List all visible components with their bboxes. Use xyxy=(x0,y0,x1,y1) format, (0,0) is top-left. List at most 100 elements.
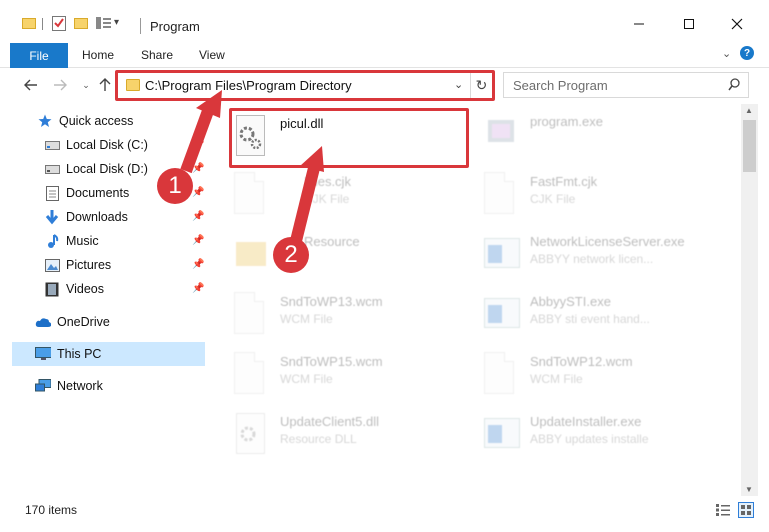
file-type: ABBY updates installe xyxy=(530,432,649,446)
tab-view[interactable]: View xyxy=(199,48,225,62)
sidebar-item-quick-access[interactable]: Quick access xyxy=(37,110,133,132)
document-icon xyxy=(484,172,518,216)
file-item[interactable]: UpdateClient5.dll Resource DLL xyxy=(234,410,474,460)
address-highlight-box xyxy=(115,70,495,101)
window-app-icon xyxy=(484,292,520,336)
folder-icon xyxy=(234,232,268,276)
qa-separator xyxy=(42,18,43,30)
file-type: CJK File xyxy=(530,192,576,206)
file-type: CJK File xyxy=(304,192,350,206)
status-bar: 170 items xyxy=(0,496,769,532)
pin-icon[interactable]: 📌 xyxy=(192,259,204,270)
scroll-down-icon[interactable]: ▼ xyxy=(745,485,753,494)
sidebar-item-label: Videos xyxy=(66,282,104,296)
file-type: Resource DLL xyxy=(280,432,357,446)
file-name: program.exe xyxy=(530,114,603,129)
pin-icon[interactable]: 📌 xyxy=(192,211,204,222)
file-name: UpdateInstaller.exe xyxy=(530,414,642,429)
help-icon[interactable]: ? xyxy=(740,46,754,60)
details-view-icon[interactable] xyxy=(716,504,730,516)
file-item[interactable]: Files.cjk CJK File xyxy=(234,170,474,220)
folder-icon[interactable] xyxy=(22,16,36,30)
customize-toolbar-icon[interactable]: ▾ xyxy=(114,17,119,28)
pin-icon[interactable]: 📌 xyxy=(192,283,204,294)
file-item[interactable]: FastFmt.cjk CJK File xyxy=(484,170,724,220)
tab-home[interactable]: Home xyxy=(82,48,114,62)
sidebar-item-local-disk-d[interactable]: Local Disk (D:) xyxy=(44,158,148,180)
file-item[interactable]: AbbyySTI.exe ABBY sti event hand... xyxy=(484,290,724,340)
scroll-up-icon[interactable]: ▲ xyxy=(745,106,753,115)
large-icons-view-icon[interactable] xyxy=(738,502,754,518)
file-item[interactable]: SndToWP13.wcm WCM File xyxy=(234,290,474,340)
maximize-icon[interactable] xyxy=(679,14,699,34)
sidebar-item-local-disk-c[interactable]: Local Disk (C:) xyxy=(44,134,148,156)
dll-gear-icon xyxy=(234,412,268,456)
file-item[interactable]: SndToWP15.wcm WCM File xyxy=(234,350,474,400)
sidebar-item-label: OneDrive xyxy=(57,315,110,329)
file-item-folder[interactable]: Resource xyxy=(234,230,474,280)
window-app-icon xyxy=(484,232,520,276)
document-icon xyxy=(234,352,268,396)
expand-ribbon-icon[interactable]: ⌄ xyxy=(722,47,731,60)
sidebar-item-network[interactable]: Network xyxy=(35,375,103,397)
file-name: SndToWP12.wcm xyxy=(530,354,633,369)
cloud-icon xyxy=(35,314,51,330)
close-icon[interactable] xyxy=(727,14,747,34)
pin-icon[interactable]: 📌 xyxy=(192,163,204,174)
sidebar-item-downloads[interactable]: Downloads xyxy=(44,206,128,228)
file-name: Files.cjk xyxy=(304,174,351,189)
minimize-icon[interactable] xyxy=(629,14,649,34)
music-icon xyxy=(44,233,60,249)
file-type: ABBYY network licen... xyxy=(530,252,654,266)
file-name: UpdateClient5.dll xyxy=(280,414,380,429)
new-folder-icon[interactable] xyxy=(74,16,88,30)
pin-icon[interactable]: 📌 xyxy=(192,139,204,150)
sidebar-item-videos[interactable]: Videos xyxy=(44,278,104,300)
recent-locations-icon[interactable]: ⌄ xyxy=(78,77,94,93)
file-type: ABBY sti event hand... xyxy=(530,312,650,326)
tab-share[interactable]: Share xyxy=(141,48,173,62)
sidebar-item-pictures[interactable]: Pictures xyxy=(44,254,111,276)
window-title: Program xyxy=(150,19,200,34)
file-name: SndToWP15.wcm xyxy=(280,354,383,369)
vertical-scrollbar[interactable]: ▲ ▼ xyxy=(741,104,758,496)
pin-icon[interactable]: 📌 xyxy=(192,187,204,198)
sidebar-item-music[interactable]: Music xyxy=(44,230,99,252)
documents-icon xyxy=(44,185,60,201)
sidebar-item-onedrive[interactable]: OneDrive xyxy=(35,311,110,333)
callout-2: 2 xyxy=(273,237,309,273)
file-item[interactable]: NetworkLicenseServer.exe ABBYY network l… xyxy=(484,230,724,280)
sidebar-item-label: Local Disk (D:) xyxy=(66,162,148,176)
file-item-program-exe[interactable]: program.exe xyxy=(484,110,724,160)
sidebar-item-label: Music xyxy=(66,234,99,248)
up-arrow-icon[interactable] xyxy=(97,77,113,93)
exe-icon xyxy=(484,112,518,156)
properties-icon[interactable] xyxy=(52,16,67,31)
sidebar-item-label: This PC xyxy=(57,347,102,361)
view-options-icon[interactable] xyxy=(96,16,112,30)
file-highlight-box xyxy=(229,108,469,168)
search-icon[interactable] xyxy=(728,78,740,92)
sidebar-item-documents[interactable]: Documents xyxy=(44,182,129,204)
search-placeholder[interactable]: Search Program xyxy=(513,78,608,93)
tab-file[interactable]: File xyxy=(10,43,68,68)
pin-icon[interactable]: 📌 xyxy=(192,235,204,246)
search-box[interactable]: Search Program xyxy=(503,72,749,98)
item-count: 170 items xyxy=(25,503,78,517)
ribbon-tabs: File Home Share View ⌄ ? xyxy=(0,42,769,68)
scrollbar-thumb[interactable] xyxy=(743,120,756,172)
sidebar-item-label: Downloads xyxy=(66,210,128,224)
file-name: NetworkLicenseServer.exe xyxy=(530,234,685,249)
back-arrow-icon[interactable] xyxy=(23,77,39,93)
sidebar-item-this-pc[interactable]: This PC xyxy=(35,343,101,365)
sidebar-item-label: Local Disk (C:) xyxy=(66,138,148,152)
drive-icon xyxy=(44,161,60,177)
file-item[interactable]: SndToWP12.wcm WCM File xyxy=(484,350,724,400)
file-item[interactable]: UpdateInstaller.exe ABBY updates install… xyxy=(484,410,724,460)
forward-arrow-icon[interactable] xyxy=(52,77,68,93)
sidebar-item-label: Documents xyxy=(66,186,130,200)
drive-icon xyxy=(44,137,60,153)
document-icon xyxy=(484,352,518,396)
file-name: Resource xyxy=(304,234,360,249)
file-type: WCM File xyxy=(280,372,333,386)
